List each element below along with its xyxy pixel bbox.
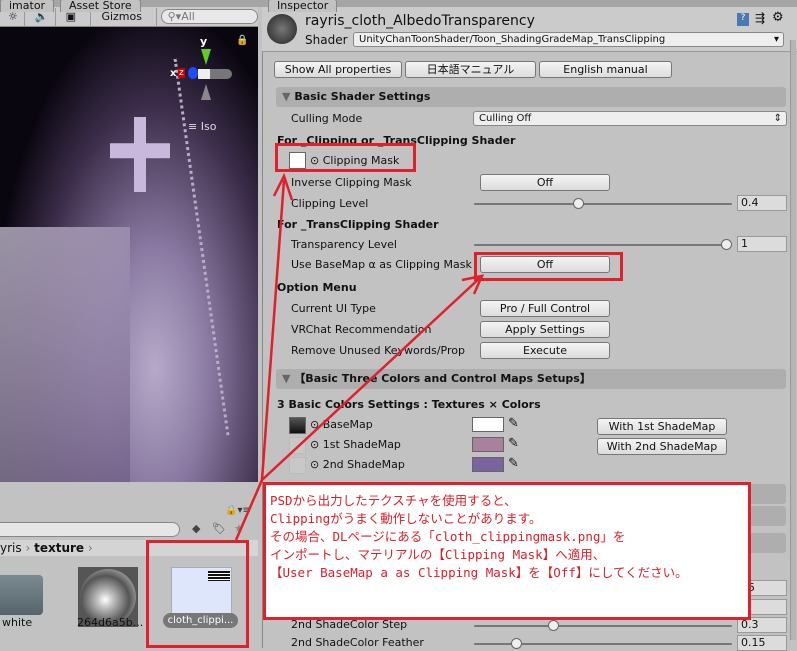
callout-line: Clippingがうまく動作しないことがあります。 [270, 511, 542, 526]
tab-asset-store[interactable]: Asset Store [60, 0, 141, 12]
callout-line: 【User BaseMap a as Clipping Mask】を【Off】に… [270, 565, 688, 580]
tab-animator[interactable]: imator [0, 0, 55, 12]
callout-line: PSDから出力したテクスチャを使用すると、 [270, 493, 517, 508]
arrow-line [260, 179, 286, 481]
arrow-line [234, 479, 264, 541]
callout-line: その場合、DLページにある「cloth_clippingmask.png」を [270, 529, 626, 544]
annotation-callout: PSDから出力したテクスチャを使用すると、 Clippingがうまく動作しないこ… [263, 482, 751, 620]
arrow-line [261, 275, 483, 481]
tab-inspector[interactable]: Inspector [268, 0, 338, 12]
callout-line: インポートし、マテリアルの【Clipping Mask】へ適用、 [270, 547, 606, 562]
